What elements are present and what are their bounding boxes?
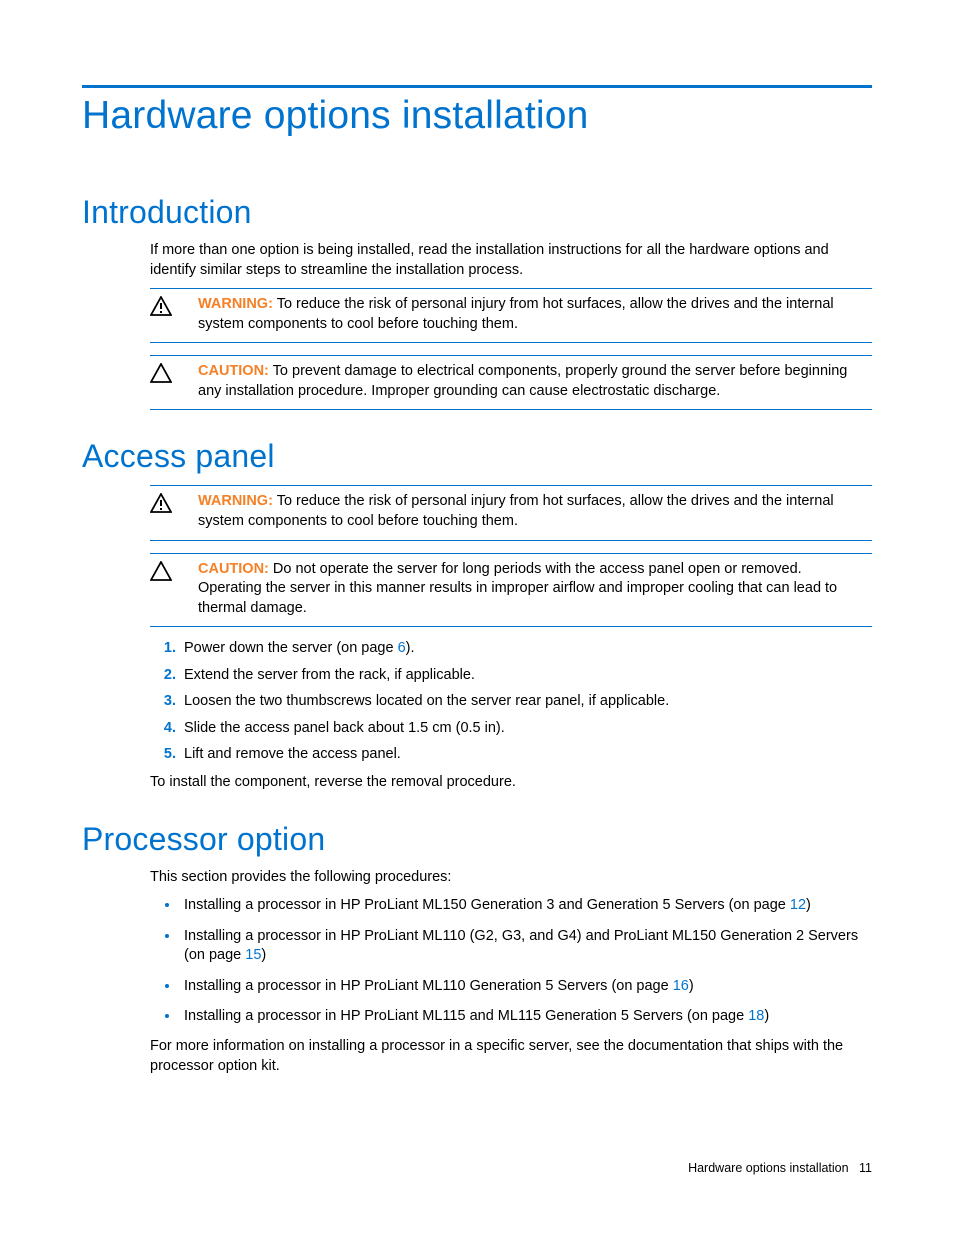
heading-introduction: Introduction	[82, 194, 872, 231]
bullet-text: Installing a processor in HP ProLiant ML…	[184, 978, 673, 994]
warning-text: To reduce the risk of personal injury fr…	[198, 493, 834, 529]
warning-label: WARNING:	[198, 296, 273, 312]
bullet-text-tail: )	[764, 1008, 769, 1024]
page-ref-link[interactable]: 18	[748, 1008, 764, 1024]
page-ref-link[interactable]: 6	[398, 640, 406, 656]
caution-label: CAUTION:	[198, 561, 269, 577]
warning-text: To reduce the risk of personal injury fr…	[198, 296, 834, 332]
bullet-text: Installing a processor in HP ProLiant ML…	[184, 928, 858, 964]
step-5: Lift and remove the access panel.	[180, 745, 872, 765]
processor-intro: This section provides the following proc…	[150, 868, 872, 888]
step-4: Slide the access panel back about 1.5 cm…	[180, 719, 872, 739]
bullet-text: Installing a processor in HP ProLiant ML…	[184, 897, 790, 913]
intro-paragraph: If more than one option is being install…	[150, 241, 872, 280]
bullet-3: Installing a processor in HP ProLiant ML…	[180, 976, 872, 997]
page-ref-link[interactable]: 15	[245, 947, 261, 963]
step-3: Loosen the two thumbscrews located on th…	[180, 692, 872, 712]
caution-icon	[150, 561, 172, 588]
heading-processor-option: Processor option	[82, 821, 872, 858]
access-panel-steps: Power down the server (on page 6). Exten…	[150, 639, 872, 765]
caution-text: To prevent damage to electrical componen…	[198, 363, 847, 399]
heading-access-panel: Access panel	[82, 438, 872, 475]
caution-label: CAUTION:	[198, 363, 269, 379]
step-text: Power down the server (on page	[184, 640, 398, 656]
bullet-text: Installing a processor in HP ProLiant ML…	[184, 1008, 748, 1024]
bullet-text-tail: )	[806, 897, 811, 913]
footer-text: Hardware options installation	[688, 1161, 849, 1175]
bullet-1: Installing a processor in HP ProLiant ML…	[180, 895, 872, 916]
caution-box-intro: CAUTION: To prevent damage to electrical…	[150, 355, 872, 410]
top-rule	[82, 85, 872, 88]
access-closing: To install the component, reverse the re…	[150, 773, 872, 793]
bullet-text-tail: )	[689, 978, 694, 994]
page-ref-link[interactable]: 12	[790, 897, 806, 913]
page-ref-link[interactable]: 16	[673, 978, 689, 994]
warning-box-access: WARNING: To reduce the risk of personal …	[150, 485, 872, 540]
step-2: Extend the server from the rack, if appl…	[180, 666, 872, 686]
warning-box-intro: WARNING: To reduce the risk of personal …	[150, 288, 872, 343]
processor-closing: For more information on installing a pro…	[150, 1037, 872, 1076]
warning-icon	[150, 493, 172, 520]
page-title: Hardware options installation	[82, 94, 872, 138]
caution-icon	[150, 363, 172, 390]
warning-label: WARNING:	[198, 493, 273, 509]
bullet-text-tail: )	[261, 947, 266, 963]
bullet-4: Installing a processor in HP ProLiant ML…	[180, 1006, 872, 1027]
processor-bullets: Installing a processor in HP ProLiant ML…	[150, 895, 872, 1027]
page-footer: Hardware options installation 11	[688, 1161, 872, 1175]
step-text-tail: ).	[406, 640, 415, 656]
footer-page-number: 11	[859, 1161, 872, 1175]
warning-icon	[150, 296, 172, 323]
bullet-2: Installing a processor in HP ProLiant ML…	[180, 926, 872, 966]
caution-box-access: CAUTION: Do not operate the server for l…	[150, 553, 872, 628]
step-1: Power down the server (on page 6).	[180, 639, 872, 659]
caution-text: Do not operate the server for long perio…	[198, 561, 837, 616]
